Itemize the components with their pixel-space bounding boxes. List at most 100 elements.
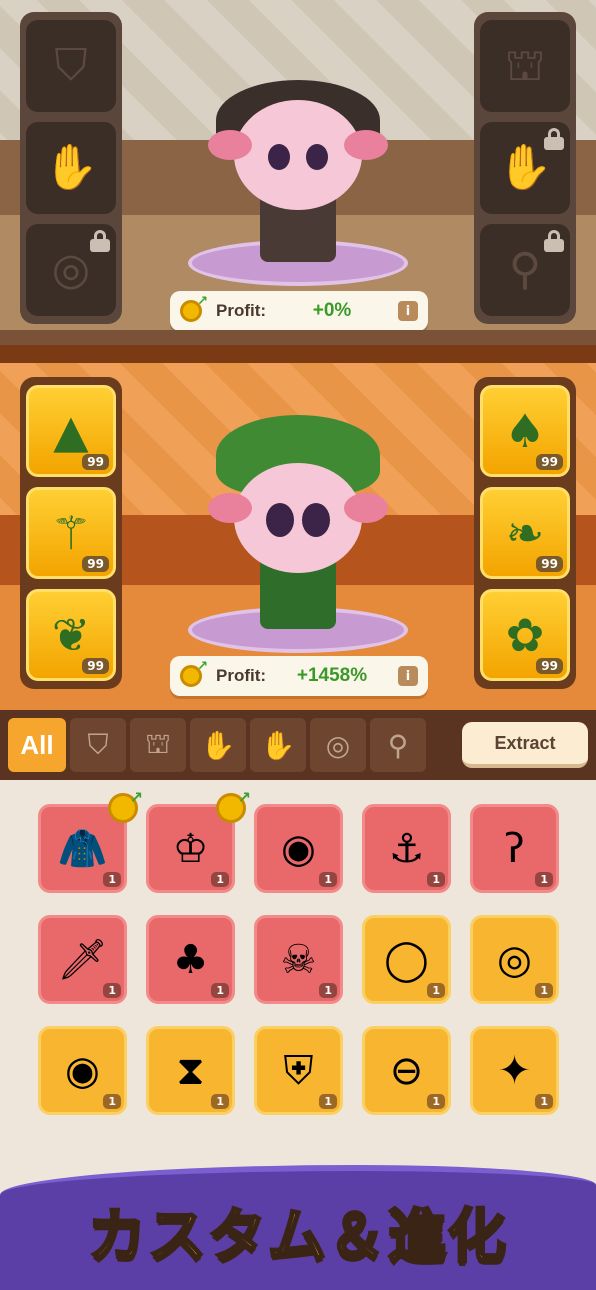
top-character-panel: ⛉ ✋ ◎ ⛫ ✋ ⚲ Profit: +0% i [0, 0, 596, 345]
inventory-item[interactable]: ʔ1 [470, 804, 559, 893]
glove-slot[interactable]: ✋ [26, 122, 116, 214]
pirate-hat-item-icon: ☠ [280, 936, 317, 983]
character-evolved [188, 405, 408, 653]
item-count: 99 [536, 454, 563, 470]
gold-ring-item-icon: ◉ [65, 1047, 100, 1094]
tab-hand[interactable]: ✋ [250, 718, 306, 772]
glove-slot-2[interactable]: ✋ [480, 122, 570, 214]
ring-tab-icon: ◎ [325, 728, 351, 762]
inventory-item[interactable]: ✦ 1 [470, 1026, 559, 1115]
right-slot-column: ⛫ ✋ ⚲ [474, 12, 576, 324]
item-quantity: 1 [535, 1094, 553, 1109]
leaf-charm-icon: ❧ [505, 506, 545, 560]
ring-slot[interactable]: ◎ [26, 224, 116, 316]
item-quantity: 1 [103, 983, 121, 998]
inventory-item[interactable]: ⚓ 1 [362, 804, 451, 893]
item-quantity: 1 [427, 1094, 445, 1109]
tab-hat[interactable]: ⛉ [70, 718, 126, 772]
anchor-collar-item-icon: ⚓ [388, 825, 425, 872]
inventory-item[interactable]: ⧗ 1 [146, 1026, 235, 1115]
equipped-hat-slot[interactable]: ▲ 99 [26, 385, 116, 477]
crown-item-icon: ♔ [172, 825, 209, 872]
upgrade-available-icon [216, 788, 251, 823]
profit-label: Profit: [216, 666, 267, 685]
necklace-icon: ⚲ [508, 244, 542, 295]
item-count: 99 [536, 658, 563, 674]
skull-ring-item-icon: ◉ [281, 825, 316, 872]
promo-banner: カスタム＆進化 [0, 1165, 596, 1290]
red-collar-item-icon: ⊖ [389, 1047, 424, 1094]
necklace-slot[interactable]: ⚲ [480, 224, 570, 316]
item-quantity: 1 [427, 872, 445, 887]
inventory-item[interactable]: ☠ 1 [254, 915, 343, 1004]
equipped-glove-slot[interactable]: ❦ 99 [26, 589, 116, 681]
tab-all[interactable]: All [8, 718, 66, 772]
equipped-collar-slot[interactable]: ✿ 99 [480, 589, 570, 681]
item-count: 99 [82, 556, 109, 572]
inventory-grid: 🧥1♔1◉1⚓1ʔ1🗡1♣1☠1◯1◎1◉1⧗1⛨1⊖1✦1 [38, 788, 559, 1115]
hat-slot[interactable]: ⛉ [26, 20, 116, 112]
hand-tab-icon: ✋ [260, 728, 296, 762]
dagger-item-icon: 🗡 [57, 936, 108, 983]
equipped-charm-slot[interactable]: ❧ 99 [480, 487, 570, 579]
item-count: 99 [82, 658, 109, 674]
shield-ring-item-icon: ⛨ [283, 1047, 314, 1094]
banner-title: カスタム＆進化 [86, 1200, 508, 1271]
necklace-tab-icon: ⚲ [387, 728, 409, 762]
profit-value: +1458% [296, 665, 368, 686]
right-equipped-column: ♠ 99 ❧ 99 ✿ 99 [474, 377, 576, 689]
item-quantity: 1 [103, 872, 121, 887]
item-quantity: 1 [211, 1094, 229, 1109]
cloak-slot[interactable]: ⛫ [480, 20, 570, 112]
cloak-icon: ⛫ [504, 40, 546, 91]
inventory-item[interactable]: ◉ 1 [38, 1026, 127, 1115]
inventory-item[interactable]: ♔ 1 [146, 788, 251, 893]
leaf-staff-icon: ⚚ [50, 506, 92, 560]
bottom-character-panel: ▲99 ⚚99 ❦99 ♠99 ❧99 ✿99 Profit: +1458% i [0, 345, 596, 710]
ice-ring-item-icon: ◯ [384, 936, 429, 983]
leaf-cloak-icon: ♠ [504, 404, 546, 458]
inventory-item[interactable]: ◎ 1 [470, 915, 559, 1004]
lock-icon [90, 230, 110, 252]
coin-upgrade-icon [180, 659, 208, 687]
hat-tab-icon: ⛉ [87, 728, 109, 761]
inventory-item[interactable]: ⛨ 1 [254, 1026, 343, 1115]
leaf-hat-icon: ▲ [53, 404, 89, 458]
hat-icon: ⛉ [54, 40, 88, 91]
item-quantity: 1 [103, 1094, 121, 1109]
info-icon[interactable]: i [398, 666, 418, 686]
inventory-item[interactable]: ◉ 1 [254, 804, 343, 893]
item-count: 99 [82, 454, 109, 470]
equipped-staff-slot[interactable]: ⚚ 99 [26, 487, 116, 579]
profit-bar-evolved: Profit: +1458% i [170, 656, 428, 696]
inventory-item[interactable]: ♣ 1 [146, 915, 235, 1004]
inventory-item[interactable]: 🧥 1 [38, 788, 143, 893]
info-icon[interactable]: i [398, 301, 418, 321]
glove-tab-icon: ✋ [200, 728, 236, 762]
leaf-glove-icon: ❦ [51, 608, 91, 662]
tab-necklace[interactable]: ⚲ [370, 718, 426, 772]
tab-ring[interactable]: ◎ [310, 718, 366, 772]
equipped-cloak-slot[interactable]: ♠ 99 [480, 385, 570, 477]
item-quantity: 1 [427, 983, 445, 998]
steel-ring-item-icon: ◎ [497, 936, 532, 983]
glove-icon: ✋ [43, 142, 99, 193]
dark-cloak-item-icon: ♣ [172, 936, 209, 983]
inventory-item[interactable]: 🗡 1 [38, 915, 127, 1004]
glove-icon: ✋ [497, 142, 553, 193]
inventory-item[interactable]: ⊖ 1 [362, 1026, 451, 1115]
category-tab-bar: All ⛉ ⛫ ✋ ✋ ◎ ⚲ Extract [0, 710, 596, 780]
horn-item-icon: ✦ [497, 1047, 532, 1094]
item-quantity: 1 [319, 983, 337, 998]
ring-icon: ◎ [51, 244, 91, 295]
hook-item-icon: ʔ [504, 825, 525, 872]
item-quantity: 1 [535, 983, 553, 998]
tab-cloak[interactable]: ⛫ [130, 718, 186, 772]
coin-upgrade-icon [180, 294, 208, 322]
tab-glove[interactable]: ✋ [190, 718, 246, 772]
profit-label: Profit: [216, 301, 267, 320]
inventory-item[interactable]: ◯ 1 [362, 915, 451, 1004]
item-count: 99 [536, 556, 563, 572]
extract-button[interactable]: Extract [462, 722, 588, 768]
item-quantity: 1 [211, 983, 229, 998]
